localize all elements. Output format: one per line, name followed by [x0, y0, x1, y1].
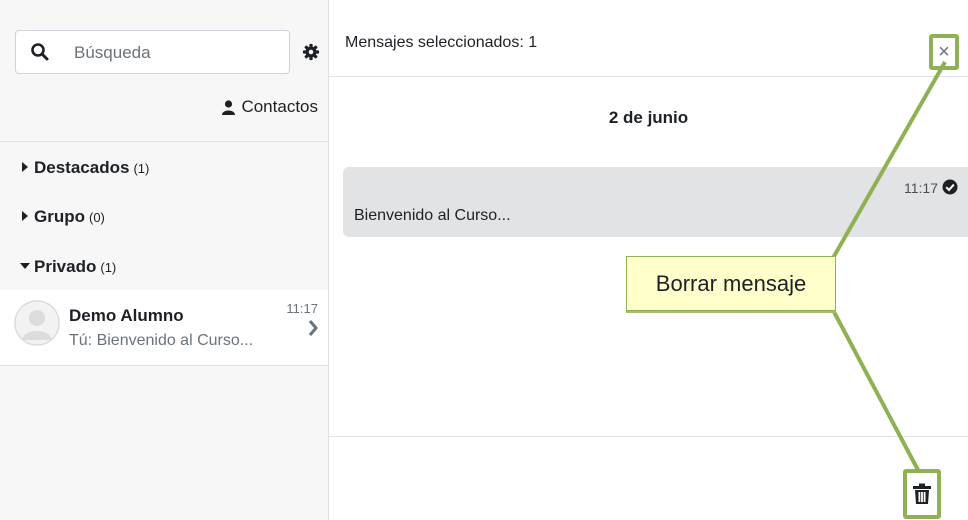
section-count: (1)	[133, 161, 150, 176]
callout-box: Borrar mensaje	[626, 256, 836, 311]
contacts-link[interactable]: Contactos	[222, 97, 318, 117]
divider	[0, 141, 328, 142]
message-time: 11:17	[904, 180, 938, 196]
message-bubble[interactable]: 11:17 Bienvenido al Curso...	[343, 167, 968, 237]
search-box[interactable]	[15, 30, 290, 74]
conversation-preview: Tú: Bienvenido al Curso...	[69, 332, 254, 349]
search-row	[15, 30, 320, 74]
chevron-right-icon	[308, 320, 318, 336]
conversation-time: 11:17	[286, 301, 318, 316]
date-separator: 2 de junio	[608, 108, 689, 127]
delete-button[interactable]	[903, 469, 941, 519]
footer-divider	[329, 436, 968, 437]
user-icon	[222, 99, 236, 115]
section-count: (1)	[100, 260, 117, 275]
section-destacados[interactable]: Destacados (1)	[20, 158, 149, 178]
close-selection-button[interactable]: ×	[929, 34, 959, 70]
sidebar: Contactos Destacados (1) Grupo (0) Priva…	[0, 0, 329, 520]
conversation-item[interactable]: Demo Alumno Tú: Bienvenido al Curso... 1…	[0, 290, 328, 366]
caret-right-icon	[22, 211, 28, 221]
section-count: (0)	[89, 210, 105, 225]
message-text: Bienvenido al Curso...	[354, 207, 511, 224]
section-label: Grupo	[34, 207, 85, 226]
close-icon: ×	[938, 40, 950, 63]
caret-down-icon	[20, 263, 30, 269]
section-label: Destacados	[34, 158, 130, 177]
section-privado[interactable]: Privado (1)	[20, 257, 116, 277]
conversation-name: Demo Alumno	[69, 306, 184, 325]
avatar-placeholder-icon	[14, 300, 60, 346]
avatar	[14, 300, 60, 346]
callout-label: Borrar mensaje	[655, 270, 807, 296]
contacts-label: Contactos	[241, 97, 318, 116]
caret-right-icon	[22, 162, 28, 172]
check-circle-icon	[942, 179, 958, 195]
search-input[interactable]	[72, 39, 276, 67]
selection-header: Mensajes seleccionados: 1 ×	[329, 10, 968, 77]
section-grupo[interactable]: Grupo (0)	[20, 207, 105, 227]
search-icon	[31, 43, 49, 61]
trash-icon	[913, 483, 931, 504]
gear-icon[interactable]	[302, 43, 320, 61]
section-label: Privado	[34, 257, 97, 276]
selected-count-text: Mensajes seleccionados: 1	[345, 34, 538, 51]
